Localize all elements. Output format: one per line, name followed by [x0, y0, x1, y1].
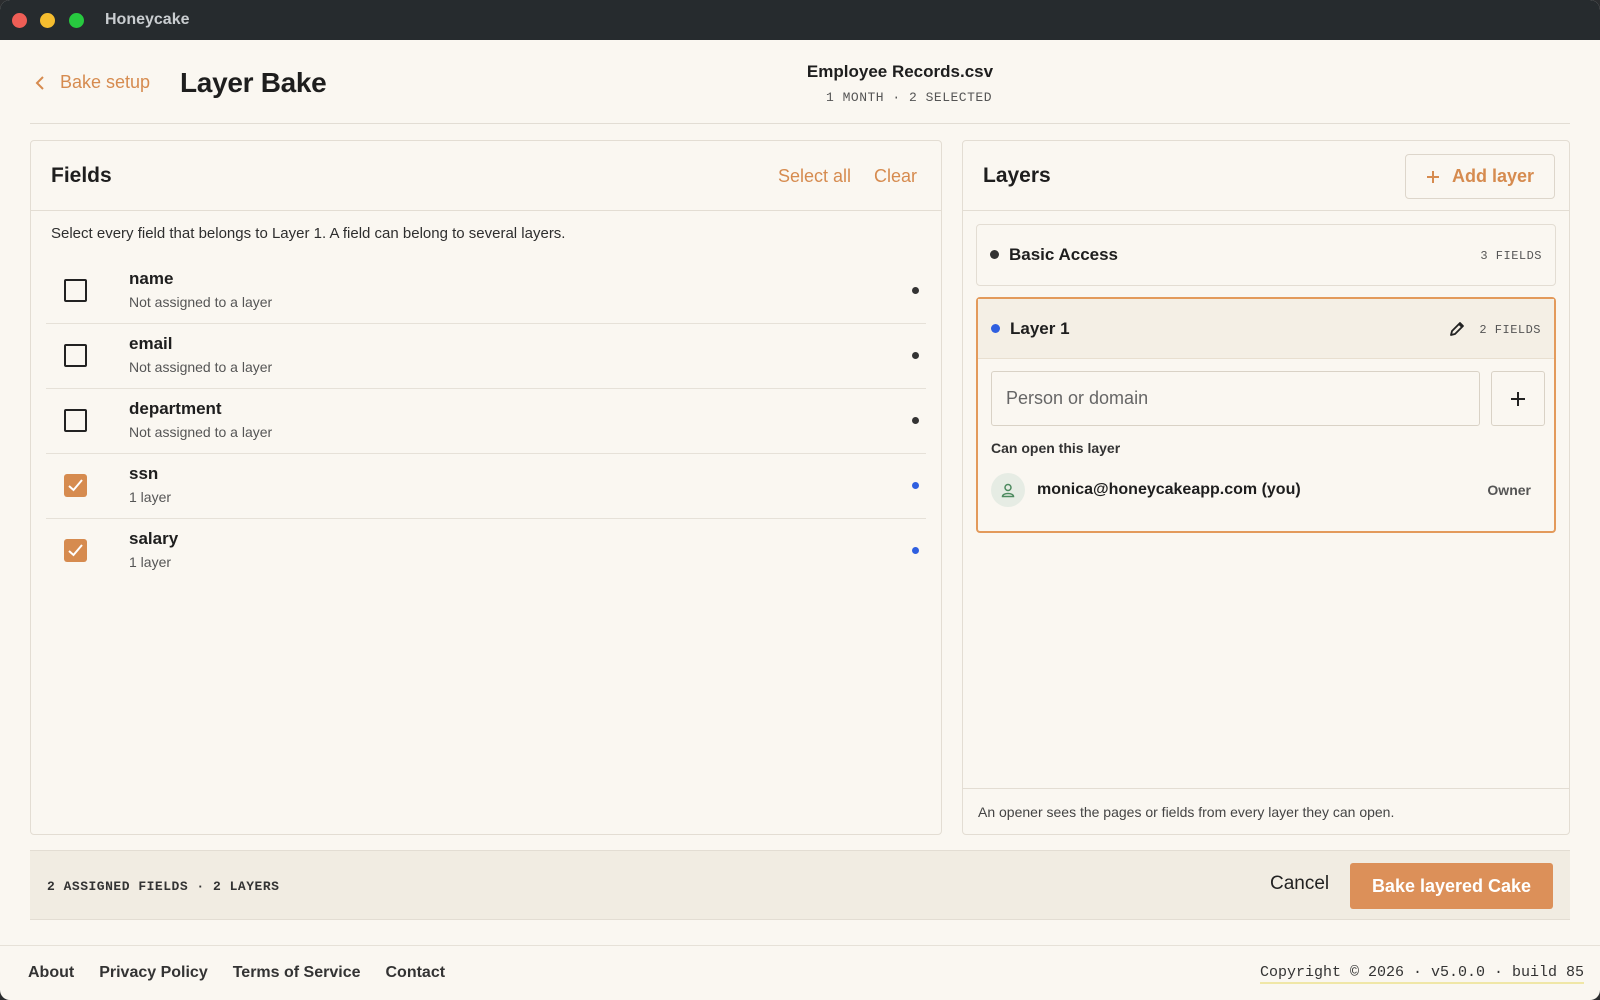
field-row-ssn[interactable]: ssn 1 layer	[46, 454, 926, 519]
fields-panel-header: Fields Select all Clear	[31, 141, 941, 211]
app-title: Honeycake	[105, 11, 190, 28]
field-layer-dot	[912, 352, 919, 359]
footer-divider	[0, 945, 1600, 946]
app-window: Honeycake Bake setup Layer Bake Employee…	[0, 0, 1600, 1000]
field-row-email[interactable]: email Not assigned to a layer	[46, 324, 926, 389]
field-checkbox[interactable]	[64, 279, 87, 302]
select-all-button[interactable]: Select all	[778, 166, 851, 187]
user-icon	[1001, 483, 1015, 498]
footer-link-privacy-policy[interactable]: Privacy Policy	[99, 964, 208, 982]
bake-layered-cake-button[interactable]: Bake layered Cake	[1350, 863, 1553, 909]
field-list: name Not assigned to a layer email Not a…	[46, 259, 926, 584]
action-bar: 2 ASSIGNED FIELDS · 2 LAYERS Cancel Bake…	[30, 850, 1570, 920]
pencil-icon[interactable]	[1448, 320, 1466, 338]
layer-name: Layer 1	[1010, 319, 1070, 338]
layer-field-count: 2 FIELDS	[1479, 323, 1541, 337]
plus-icon	[1426, 170, 1439, 183]
field-row-name[interactable]: name Not assigned to a layer	[46, 259, 926, 324]
field-layer-dot	[912, 482, 919, 489]
field-name: department	[129, 399, 222, 418]
field-status: 1 layer	[129, 554, 172, 570]
avatar	[991, 473, 1025, 507]
opener-row: monica@honeycakeapp.com (you) Owner	[991, 471, 1544, 509]
add-layer-button[interactable]: Add layer	[1405, 154, 1555, 199]
opener-role: Owner	[1487, 482, 1531, 498]
field-name: salary	[129, 529, 179, 548]
plus-icon	[1511, 391, 1525, 406]
layer-card-header[interactable]: Layer 1 2 FIELDS	[978, 299, 1554, 359]
back-link[interactable]: Bake setup	[34, 72, 150, 93]
layer-field-count: 3 FIELDS	[1480, 249, 1542, 263]
footer-link-about[interactable]: About	[28, 964, 74, 982]
maximize-window-button[interactable]	[69, 13, 84, 28]
fields-panel: Fields Select all Clear Select every fie…	[30, 140, 942, 835]
field-checkbox[interactable]	[64, 409, 87, 432]
add-layer-label: Add layer	[1451, 166, 1535, 186]
layer-name: Basic Access	[1009, 245, 1119, 264]
back-link-label: Bake setup	[60, 72, 151, 92]
field-layer-dot	[912, 287, 919, 294]
layers-panel: Layers Add layer Basic Access 3 FIELDS L…	[962, 140, 1570, 835]
layers-panel-header: Layers Add layer	[963, 141, 1569, 211]
layer-dot	[991, 324, 1000, 333]
checkmark-icon	[68, 479, 83, 492]
field-status: 1 layer	[129, 489, 172, 505]
field-layer-dot	[912, 417, 919, 424]
field-row-department[interactable]: department Not assigned to a layer	[46, 389, 926, 454]
minimize-window-button[interactable]	[40, 13, 55, 28]
assignment-summary: 2 ASSIGNED FIELDS · 2 LAYERS	[47, 879, 280, 894]
opener-email: monica@honeycakeapp.com (you)	[1037, 481, 1301, 498]
checkmark-icon	[68, 544, 83, 557]
chevron-left-icon	[35, 75, 44, 90]
field-checkbox-checked[interactable]	[64, 539, 87, 562]
field-name: ssn	[129, 464, 159, 483]
layer-card-layer-1: Layer 1 2 FIELDS Can open this layer mon…	[976, 297, 1556, 533]
field-status: Not assigned to a layer	[129, 359, 273, 375]
person-or-domain-input[interactable]	[991, 371, 1480, 426]
footer-link-contact[interactable]: Contact	[385, 964, 445, 982]
field-layer-dot	[912, 547, 919, 554]
field-row-salary[interactable]: salary 1 layer	[46, 519, 926, 584]
layers-panel-title: Layers	[983, 164, 1051, 187]
field-checkbox[interactable]	[64, 344, 87, 367]
title-bar: Honeycake	[0, 0, 1600, 40]
footer-links: About Privacy Policy Terms of Service Co…	[28, 964, 445, 982]
field-name: name	[129, 269, 174, 288]
close-window-button[interactable]	[12, 13, 27, 28]
file-meta: 1 MONTH · 2 SELECTED	[825, 90, 993, 105]
clear-button[interactable]: Clear	[874, 166, 917, 187]
page-title: Layer Bake	[180, 67, 327, 98]
footer-link-terms-of-service[interactable]: Terms of Service	[233, 964, 361, 982]
field-status: Not assigned to a layer	[129, 424, 273, 440]
file-name: Employee Records.csv	[806, 62, 994, 81]
field-name: email	[129, 334, 173, 353]
field-checkbox-checked[interactable]	[64, 474, 87, 497]
fields-hint: Select every field that belongs to Layer…	[51, 225, 566, 242]
layer-card-basic-access[interactable]: Basic Access 3 FIELDS	[976, 224, 1556, 286]
fields-panel-title: Fields	[51, 164, 112, 187]
layers-panel-footer: An opener sees the pages or fields from …	[963, 788, 1569, 834]
layer-dot	[990, 250, 999, 259]
layers-footer-note: An opener sees the pages or fields from …	[978, 804, 1395, 820]
field-status: Not assigned to a layer	[129, 294, 273, 310]
cancel-button[interactable]: Cancel	[1270, 873, 1329, 895]
add-opener-button[interactable]	[1491, 371, 1545, 426]
can-open-label: Can open this layer	[991, 440, 1121, 456]
copyright: Copyright © 2026 · v5.0.0 · build 85	[1259, 964, 1584, 984]
header-divider	[30, 123, 1570, 124]
